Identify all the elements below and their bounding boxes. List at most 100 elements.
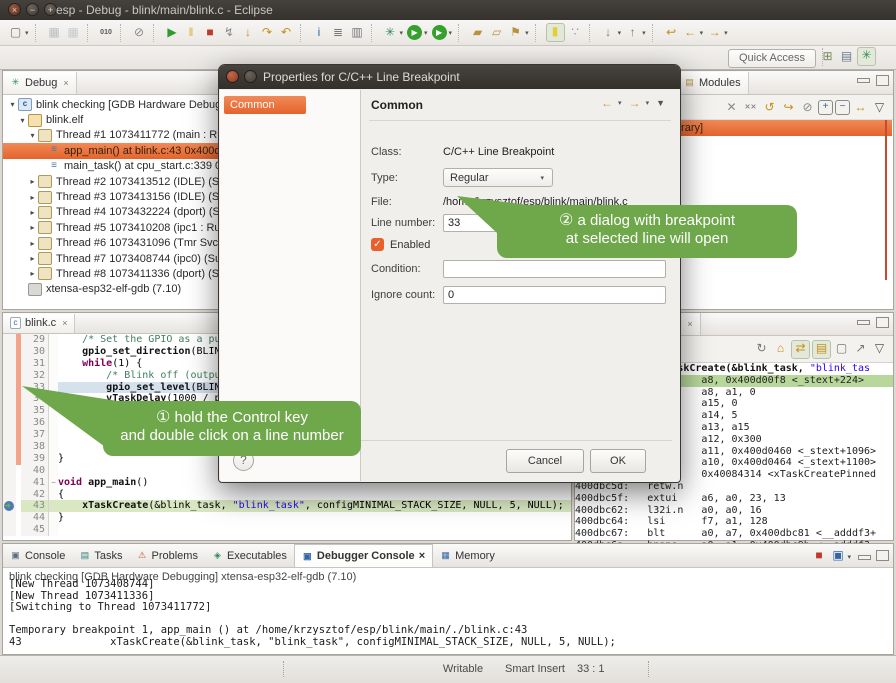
tab-executables[interactable]: ◈Executables <box>205 545 294 567</box>
open-new-view-icon[interactable]: ▢ <box>833 340 850 357</box>
code-line[interactable]: 42 { <box>3 489 571 501</box>
debug-tree-item[interactable]: ≡main_task() at cpu_start.c:339 0x40 <box>3 159 221 174</box>
enabled-checkbox[interactable]: ✓ <box>371 238 384 251</box>
ok-button[interactable]: OK <box>590 449 646 473</box>
forward-icon[interactable]: → <box>629 96 641 110</box>
previous-annotation-icon-dropdown[interactable]: ▾ <box>642 29 646 37</box>
code-line[interactable]: 44} <box>3 512 571 524</box>
disasm-line[interactable]: 400dbc67: blt a0, a7, 0x400dbc81 <__addd… <box>575 528 893 540</box>
line-number[interactable]: 43 <box>21 500 48 512</box>
type-select[interactable]: Regular▾ <box>443 168 553 187</box>
code-text[interactable] <box>58 524 571 536</box>
minimize-icon[interactable] <box>857 320 870 325</box>
tree-expanded-icon[interactable]: ▾ <box>17 116 28 125</box>
gutter-marker-bar[interactable] <box>3 453 16 465</box>
tab-blink-c[interactable]: c blink.c × <box>3 314 75 333</box>
save-icon[interactable]: ▦ <box>46 24 63 41</box>
tab-close-icon[interactable]: × <box>63 78 68 88</box>
resource-perspective-icon[interactable]: ▤ <box>838 48 855 65</box>
line-number[interactable]: 40 <box>21 465 48 477</box>
code-text[interactable]: { <box>58 489 571 501</box>
sync-selection-icon[interactable]: ⇄ <box>791 340 810 359</box>
remove-icon[interactable]: ✕ <box>723 99 740 116</box>
sidebar-item-common[interactable]: Common <box>224 96 306 114</box>
tree-collapsed-icon[interactable]: ▸ <box>27 208 38 217</box>
folder-debug-icon[interactable]: ▰ <box>469 24 486 41</box>
line-number[interactable]: 39 <box>21 453 48 465</box>
step-over-icon[interactable]: ↷ <box>259 24 276 41</box>
tree-collapsed-icon[interactable]: ▸ <box>27 193 38 202</box>
reset-icon[interactable]: ↺ <box>761 99 778 116</box>
debug-icon[interactable]: ✳ <box>382 24 399 41</box>
suspend-icon[interactable]: ‖ <box>183 24 200 41</box>
code-text[interactable]: } <box>58 512 571 524</box>
quick-access-button[interactable]: Quick Access <box>728 49 816 68</box>
debug-tree-item[interactable]: ▸Thread #4 1073432224 (dport) (Suspended… <box>3 205 221 220</box>
gutter-marker-bar[interactable] <box>3 393 16 405</box>
gutter-marker-bar[interactable] <box>3 358 16 370</box>
window-close-button[interactable]: × <box>8 3 21 16</box>
external-tools-icon[interactable]: ▶ <box>432 25 447 40</box>
tab-debug[interactable]: ✳ Debug × <box>3 72 77 94</box>
console-output[interactable]: [New Thread 1073408744][New Thread 10734… <box>3 579 893 649</box>
view-menu-icon[interactable]: ▽ <box>871 340 888 357</box>
debug-tree-item[interactable]: ▾blink.elf <box>3 112 221 127</box>
mark-occurrences-icon[interactable]: ▮ <box>546 23 565 42</box>
forward-dropdown-icon[interactable]: ▾ <box>646 99 650 107</box>
line-number[interactable]: 44 <box>21 512 48 524</box>
tree-collapsed-icon[interactable]: ▸ <box>27 269 38 278</box>
terminate-icon[interactable]: ■ <box>202 24 219 41</box>
collapse-all-icon[interactable]: − <box>835 100 850 115</box>
line-number[interactable]: 42 <box>21 489 48 501</box>
line-number[interactable]: 38 <box>21 441 48 453</box>
tab-problems[interactable]: ⚠Problems <box>129 545 204 567</box>
code-text[interactable]: xTaskCreate(&blink_task, "blink_task", c… <box>58 500 571 512</box>
minimize-icon[interactable] <box>857 78 870 83</box>
back-icon[interactable]: ← <box>601 96 613 110</box>
view-menu-icon[interactable]: ▽ <box>871 99 888 116</box>
gutter-marker-bar[interactable] <box>3 465 16 477</box>
maximize-icon[interactable] <box>876 317 889 328</box>
debug-tree-item[interactable]: ▸Thread #3 1073413156 (IDLE) (Suspended) <box>3 189 221 204</box>
step-into-icon[interactable]: ↓ <box>240 24 257 41</box>
tab-close-icon[interactable]: × <box>687 319 692 329</box>
show-source-icon[interactable]: ▤ <box>812 340 831 359</box>
refresh-view-icon[interactable]: ↻ <box>753 340 770 357</box>
pin-view-icon[interactable]: ↗ <box>852 340 869 357</box>
tree-collapsed-icon[interactable]: ▸ <box>27 239 38 248</box>
back-dropdown-icon[interactable]: ▾ <box>618 99 622 107</box>
skip-breakpoints-icon[interactable]: ⊘ <box>131 24 148 41</box>
view-menu-icon[interactable]: ▼ <box>656 98 665 108</box>
debug-tree-item[interactable]: ▾Thread #1 1073411772 (main : Running) <box>3 128 221 143</box>
gutter-marker-bar[interactable] <box>3 524 16 536</box>
line-number[interactable]: 35 <box>21 405 48 417</box>
remove-all-icon[interactable]: ✕✕ <box>742 99 759 116</box>
go-into-icon[interactable]: ↪ <box>780 99 797 116</box>
gutter-marker-bar[interactable] <box>3 477 16 489</box>
gutter-marker-bar[interactable] <box>3 334 16 346</box>
tab-tasks[interactable]: ▤Tasks <box>72 545 129 567</box>
breakpoint-gutter[interactable] <box>3 500 16 512</box>
code-line[interactable]: 43 xTaskCreate(&blink_task, "blink_task"… <box>3 500 571 512</box>
run-icon[interactable]: ▶ <box>407 25 422 40</box>
resume-icon[interactable]: ▶ <box>164 24 181 41</box>
ignore-count-input[interactable] <box>443 286 666 304</box>
line-number[interactable]: 36 <box>21 417 48 429</box>
line-number[interactable]: 31 <box>21 358 48 370</box>
gutter-marker-bar[interactable] <box>3 370 16 382</box>
gutter-marker-bar[interactable] <box>3 405 16 417</box>
editor-presentation-icon[interactable]: ∵ <box>567 24 584 41</box>
minimize-icon[interactable] <box>858 555 871 560</box>
next-annotation-icon[interactable]: ↓ <box>600 24 617 41</box>
debug-tree-item[interactable]: ▸Thread #5 1073410208 (ipc1 : Running) <box>3 220 221 235</box>
tree-collapsed-icon[interactable]: ▸ <box>27 254 38 263</box>
tree-collapsed-icon[interactable]: ▸ <box>27 177 38 186</box>
tab-memory[interactable]: ▦Memory <box>433 545 502 567</box>
binary-icon[interactable]: 010 <box>98 24 115 41</box>
fold-collapse-icon[interactable]: − <box>48 477 58 489</box>
tab-modules[interactable]: ▤ Modules <box>677 72 749 94</box>
disasm-line[interactable]: 400dbc62: l32i.n a0, a0, 16 <box>575 505 893 517</box>
run-icon-dropdown[interactable]: ▾ <box>424 29 428 37</box>
step-return-icon[interactable]: ↶ <box>278 24 295 41</box>
tab-debugger-console[interactable]: ▣Debugger Console× <box>294 544 433 567</box>
